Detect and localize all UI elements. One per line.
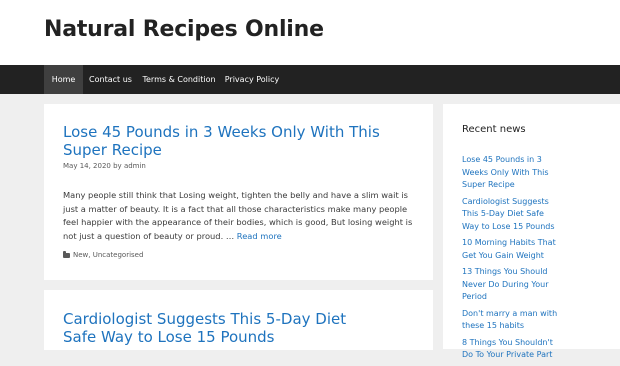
post-excerpt: Many people still think that Losing weig… [63,189,418,243]
widget-title: Recent news [462,124,526,135]
nav-item-home[interactable]: Home [44,65,83,94]
recent-news-item[interactable]: Don't marry a man with these 15 habits [462,308,562,333]
post-card: Cardiologist Suggests This 5-Day Diet Sa… [44,290,433,350]
post-author-link[interactable]: admin [124,162,146,170]
post-card: Lose 45 Pounds in 3 Weeks Only With This… [44,104,433,280]
nav-item-contact-us[interactable]: Contact us [83,65,138,94]
post-meta: May 14, 2020 by admin [63,162,146,170]
site-title[interactable]: Natural Recipes Online [44,17,324,42]
post-title[interactable]: Cardiologist Suggests This 5-Day Diet Sa… [63,310,383,346]
recent-news-item[interactable]: 10 Morning Habits That Get You Gain Weig… [462,237,562,262]
recent-news-item[interactable]: Lose 45 Pounds in 3 Weeks Only With This… [462,154,562,192]
nav-item-privacy-policy[interactable]: Privacy Policy [220,65,284,94]
post-date[interactable]: May 14, 2020 [63,162,111,170]
nav-item-terms-condition[interactable]: Terms & Condition [138,65,220,94]
site-header: Natural Recipes Online [0,0,620,65]
read-more-link[interactable]: Read more [237,231,282,241]
category-link-uncategorised[interactable]: Uncategorised [93,251,144,259]
sidebar-widget-recent-news: Recent news Lose 45 Pounds in 3 Weeks On… [443,104,620,359]
post-by-label: by [113,162,122,170]
recent-news-item[interactable]: Cardiologist Suggests This 5-Day Diet Sa… [462,196,562,234]
recent-news-list: Lose 45 Pounds in 3 Weeks Only With This… [462,154,562,366]
recent-news-item[interactable]: 8 Things You Shouldn't Do To Your Privat… [462,337,562,362]
post-title[interactable]: Lose 45 Pounds in 3 Weeks Only With This… [63,123,383,159]
category-link-new[interactable]: New [73,251,88,259]
main-navigation: Home Contact us Terms & Condition Privac… [0,65,620,94]
post-categories: New, Uncategorised [63,251,143,259]
recent-news-item[interactable]: 13 Things You Should Never Do During You… [462,266,562,304]
folder-icon [63,251,70,258]
